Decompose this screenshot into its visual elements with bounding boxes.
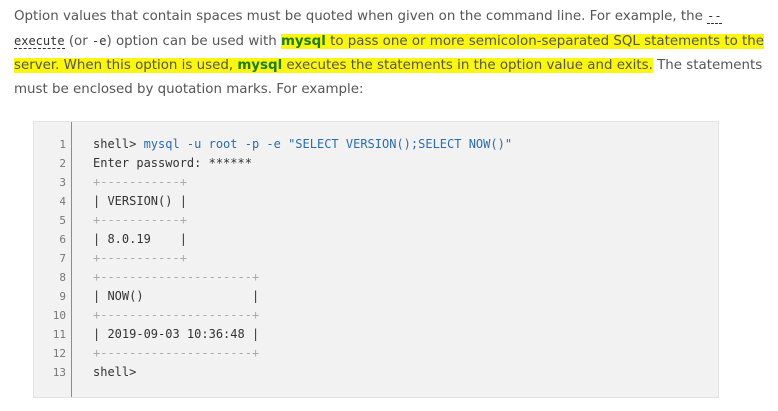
line-number: 4	[59, 195, 66, 208]
line-number: 3	[59, 176, 66, 189]
text-segment: (or	[64, 34, 93, 49]
line-number-gutter: 1 2 3 4 5 6 7 8 9 10 11 12 13	[34, 122, 72, 397]
text-segment: Option values that contain spaces must b…	[14, 9, 708, 24]
password-mask: ******	[208, 156, 252, 170]
line-number: 1	[59, 138, 66, 151]
password-label: Enter password:	[93, 156, 209, 170]
code-line: | NOW() |	[93, 289, 260, 303]
code-line: +---------------------+	[93, 308, 260, 322]
code-block: 1 2 3 4 5 6 7 8 9 10 11 12 13 shell> mys…	[33, 121, 719, 398]
code-line: +-----------+	[93, 213, 187, 227]
line-number: 10	[52, 309, 66, 322]
text-segment: ) option can be used with	[106, 34, 281, 49]
code-line: +-----------+	[93, 251, 187, 265]
option-e: -e	[92, 34, 107, 48]
line-number: 6	[59, 233, 66, 246]
line-number: 11	[52, 328, 66, 341]
sql-string: "SELECT VERSION();SELECT NOW()"	[288, 137, 513, 151]
line-number: 7	[59, 252, 66, 265]
code-line: shell> mysql -u root -p -e "SELECT VERSI…	[93, 137, 512, 151]
line-number: 2	[59, 157, 66, 170]
shell-prompt: shell>	[93, 137, 144, 151]
mysql-program-name: mysql	[280, 34, 326, 49]
command-text: mysql -u root -p -e	[143, 137, 289, 151]
code-line: +---------------------+	[93, 270, 260, 284]
code-line: Enter password: ******	[93, 156, 252, 170]
line-number: 9	[59, 290, 66, 303]
code-line: | 2019-09-03 10:36:48 |	[93, 327, 260, 341]
line-number: 12	[52, 347, 66, 360]
code-line: +-----------+	[93, 175, 187, 189]
line-number: 13	[52, 366, 66, 379]
mysql-program-name: mysql	[237, 58, 283, 73]
line-number: 5	[59, 214, 66, 227]
code-line: | VERSION() |	[93, 194, 187, 208]
code-line: | 8.0.19 |	[93, 232, 187, 246]
highlighted-text: executes the statements in the option va…	[282, 58, 653, 73]
code-line: +---------------------+	[93, 346, 260, 360]
code-line: shell>	[93, 365, 137, 379]
description-paragraph: Option values that contain spaces must b…	[14, 4, 765, 102]
line-number: 8	[59, 271, 66, 284]
